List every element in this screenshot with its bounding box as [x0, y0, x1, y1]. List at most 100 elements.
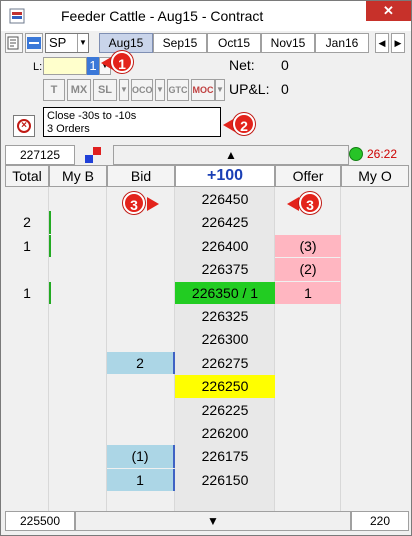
order-info-line2: 3 Orders	[47, 123, 90, 135]
my-offer-cell[interactable]	[341, 258, 409, 280]
chevron-down-icon[interactable]: ▼	[119, 79, 129, 101]
properties-icon[interactable]	[5, 33, 23, 53]
tab-jan16[interactable]: Jan16	[315, 33, 369, 53]
my-offer-cell[interactable]	[341, 282, 409, 304]
bid-cell[interactable]	[107, 258, 175, 280]
offer-cell[interactable]	[275, 399, 341, 421]
my-bid-cell[interactable]	[49, 211, 107, 234]
bid-cell[interactable]	[107, 235, 175, 257]
bid-cell[interactable]: (1)	[107, 445, 175, 468]
my-offer-cell[interactable]	[341, 211, 409, 233]
order-type-t-button[interactable]: T	[43, 79, 65, 101]
bid-cell[interactable]	[107, 399, 175, 421]
order-type-gtc-button[interactable]: GTC	[167, 79, 189, 101]
offer-cell[interactable]: 1	[275, 281, 341, 304]
close-button[interactable]: ✕	[366, 1, 411, 21]
col-header-my-bid[interactable]: My B	[49, 165, 107, 187]
cancel-all-button[interactable]: ×	[13, 115, 35, 137]
price-cell[interactable]: 226450	[175, 188, 275, 210]
callout-tail	[287, 197, 299, 211]
order-type-sl-button[interactable]: SL	[93, 79, 117, 101]
link-icon[interactable]	[25, 33, 43, 53]
bid-cell[interactable]	[107, 422, 175, 444]
col-header-bid[interactable]: Bid	[107, 165, 175, 187]
last-price-display: 227125	[5, 145, 75, 165]
bottom-left-value: 225500	[5, 511, 75, 531]
my-bid-cell[interactable]	[49, 445, 107, 467]
bid-cell[interactable]	[107, 375, 175, 397]
my-bid-cell[interactable]	[49, 375, 107, 397]
price-cell[interactable]: 226225	[175, 399, 275, 421]
col-header-total[interactable]: Total	[5, 165, 49, 187]
tab-oct15[interactable]: Oct15	[207, 33, 261, 53]
bid-cell[interactable]	[107, 305, 175, 327]
bid-cell[interactable]: 1	[107, 468, 175, 492]
my-offer-cell[interactable]	[341, 235, 409, 257]
chevron-down-icon[interactable]: ▼	[155, 79, 165, 101]
price-cell[interactable]: 226175	[175, 445, 275, 467]
price-cell[interactable]: 226375	[175, 258, 275, 280]
qty-input[interactable]	[43, 57, 87, 75]
price-cell[interactable]: 226250	[175, 375, 275, 398]
price-cell[interactable]: 226325	[175, 305, 275, 327]
offer-cell[interactable]: (2)	[275, 258, 341, 281]
my-bid-cell[interactable]	[49, 352, 107, 374]
bid-cell[interactable]	[107, 328, 175, 350]
my-bid-cell[interactable]	[49, 281, 107, 304]
price-cell[interactable]: 226300	[175, 328, 275, 350]
price-cell[interactable]: 226425	[175, 211, 275, 233]
order-type-mx-button[interactable]: MX	[67, 79, 91, 101]
my-offer-cell[interactable]	[341, 399, 409, 421]
offer-cell[interactable]	[275, 328, 341, 350]
qty-value[interactable]: 1	[87, 57, 99, 75]
offer-cell[interactable]	[275, 469, 341, 491]
order-type-oco-button[interactable]: OCO	[131, 79, 153, 101]
price-cell[interactable]: 226400	[175, 235, 275, 257]
offer-cell[interactable]	[275, 305, 341, 327]
tab-aug15[interactable]: Aug15	[99, 33, 153, 53]
my-bid-cell[interactable]	[49, 328, 107, 350]
my-offer-cell[interactable]	[341, 328, 409, 350]
col-header-my-offer[interactable]: My O	[341, 165, 409, 187]
scroll-down-button[interactable]: ▼	[75, 511, 351, 531]
my-bid-cell[interactable]	[49, 305, 107, 327]
my-bid-cell[interactable]	[49, 258, 107, 280]
my-bid-cell[interactable]	[49, 469, 107, 491]
my-bid-cell[interactable]	[49, 234, 107, 258]
offer-cell[interactable]	[275, 211, 341, 233]
price-cell[interactable]: 226200	[175, 422, 275, 444]
my-bid-cell[interactable]	[49, 399, 107, 421]
bid-cell[interactable]	[107, 282, 175, 304]
my-offer-cell[interactable]	[341, 422, 409, 444]
my-offer-cell[interactable]	[341, 305, 409, 327]
order-type-moc-button[interactable]: MOC	[191, 79, 215, 101]
col-header-offer[interactable]: Offer	[275, 165, 341, 187]
my-offer-cell[interactable]	[341, 188, 409, 210]
my-offer-cell[interactable]	[341, 469, 409, 491]
offer-cell[interactable]	[275, 352, 341, 374]
my-offer-cell[interactable]	[341, 352, 409, 374]
offer-cell[interactable]	[275, 375, 341, 397]
bid-cell[interactable]: 2	[107, 351, 175, 375]
col-header-price[interactable]: +100	[175, 165, 275, 187]
price-cell[interactable]: 226150	[175, 469, 275, 491]
my-bid-cell[interactable]	[49, 422, 107, 444]
bid-cell[interactable]	[107, 211, 175, 233]
symbol-select[interactable]: SP ▼	[45, 33, 89, 53]
offer-cell[interactable]	[275, 422, 341, 444]
offer-cell[interactable]: (3)	[275, 234, 341, 258]
my-bid-cell[interactable]	[49, 188, 107, 210]
callout-badge: 3	[123, 192, 145, 214]
tab-scroll-right-icon[interactable]: ▶	[391, 33, 405, 53]
price-cell[interactable]: 226350 / 1	[175, 281, 275, 304]
my-offer-cell[interactable]	[341, 375, 409, 397]
offer-cell[interactable]	[275, 445, 341, 467]
tab-scroll-left-icon[interactable]: ◀	[375, 33, 389, 53]
chevron-down-icon[interactable]: ▼	[215, 79, 225, 101]
price-cell[interactable]: 226275	[175, 352, 275, 374]
tab-nov15[interactable]: Nov15	[261, 33, 315, 53]
scroll-up-button[interactable]: ▲	[113, 145, 349, 165]
chevron-down-icon[interactable]: ▼	[77, 34, 88, 52]
my-offer-cell[interactable]	[341, 445, 409, 467]
tab-sep15[interactable]: Sep15	[153, 33, 207, 53]
